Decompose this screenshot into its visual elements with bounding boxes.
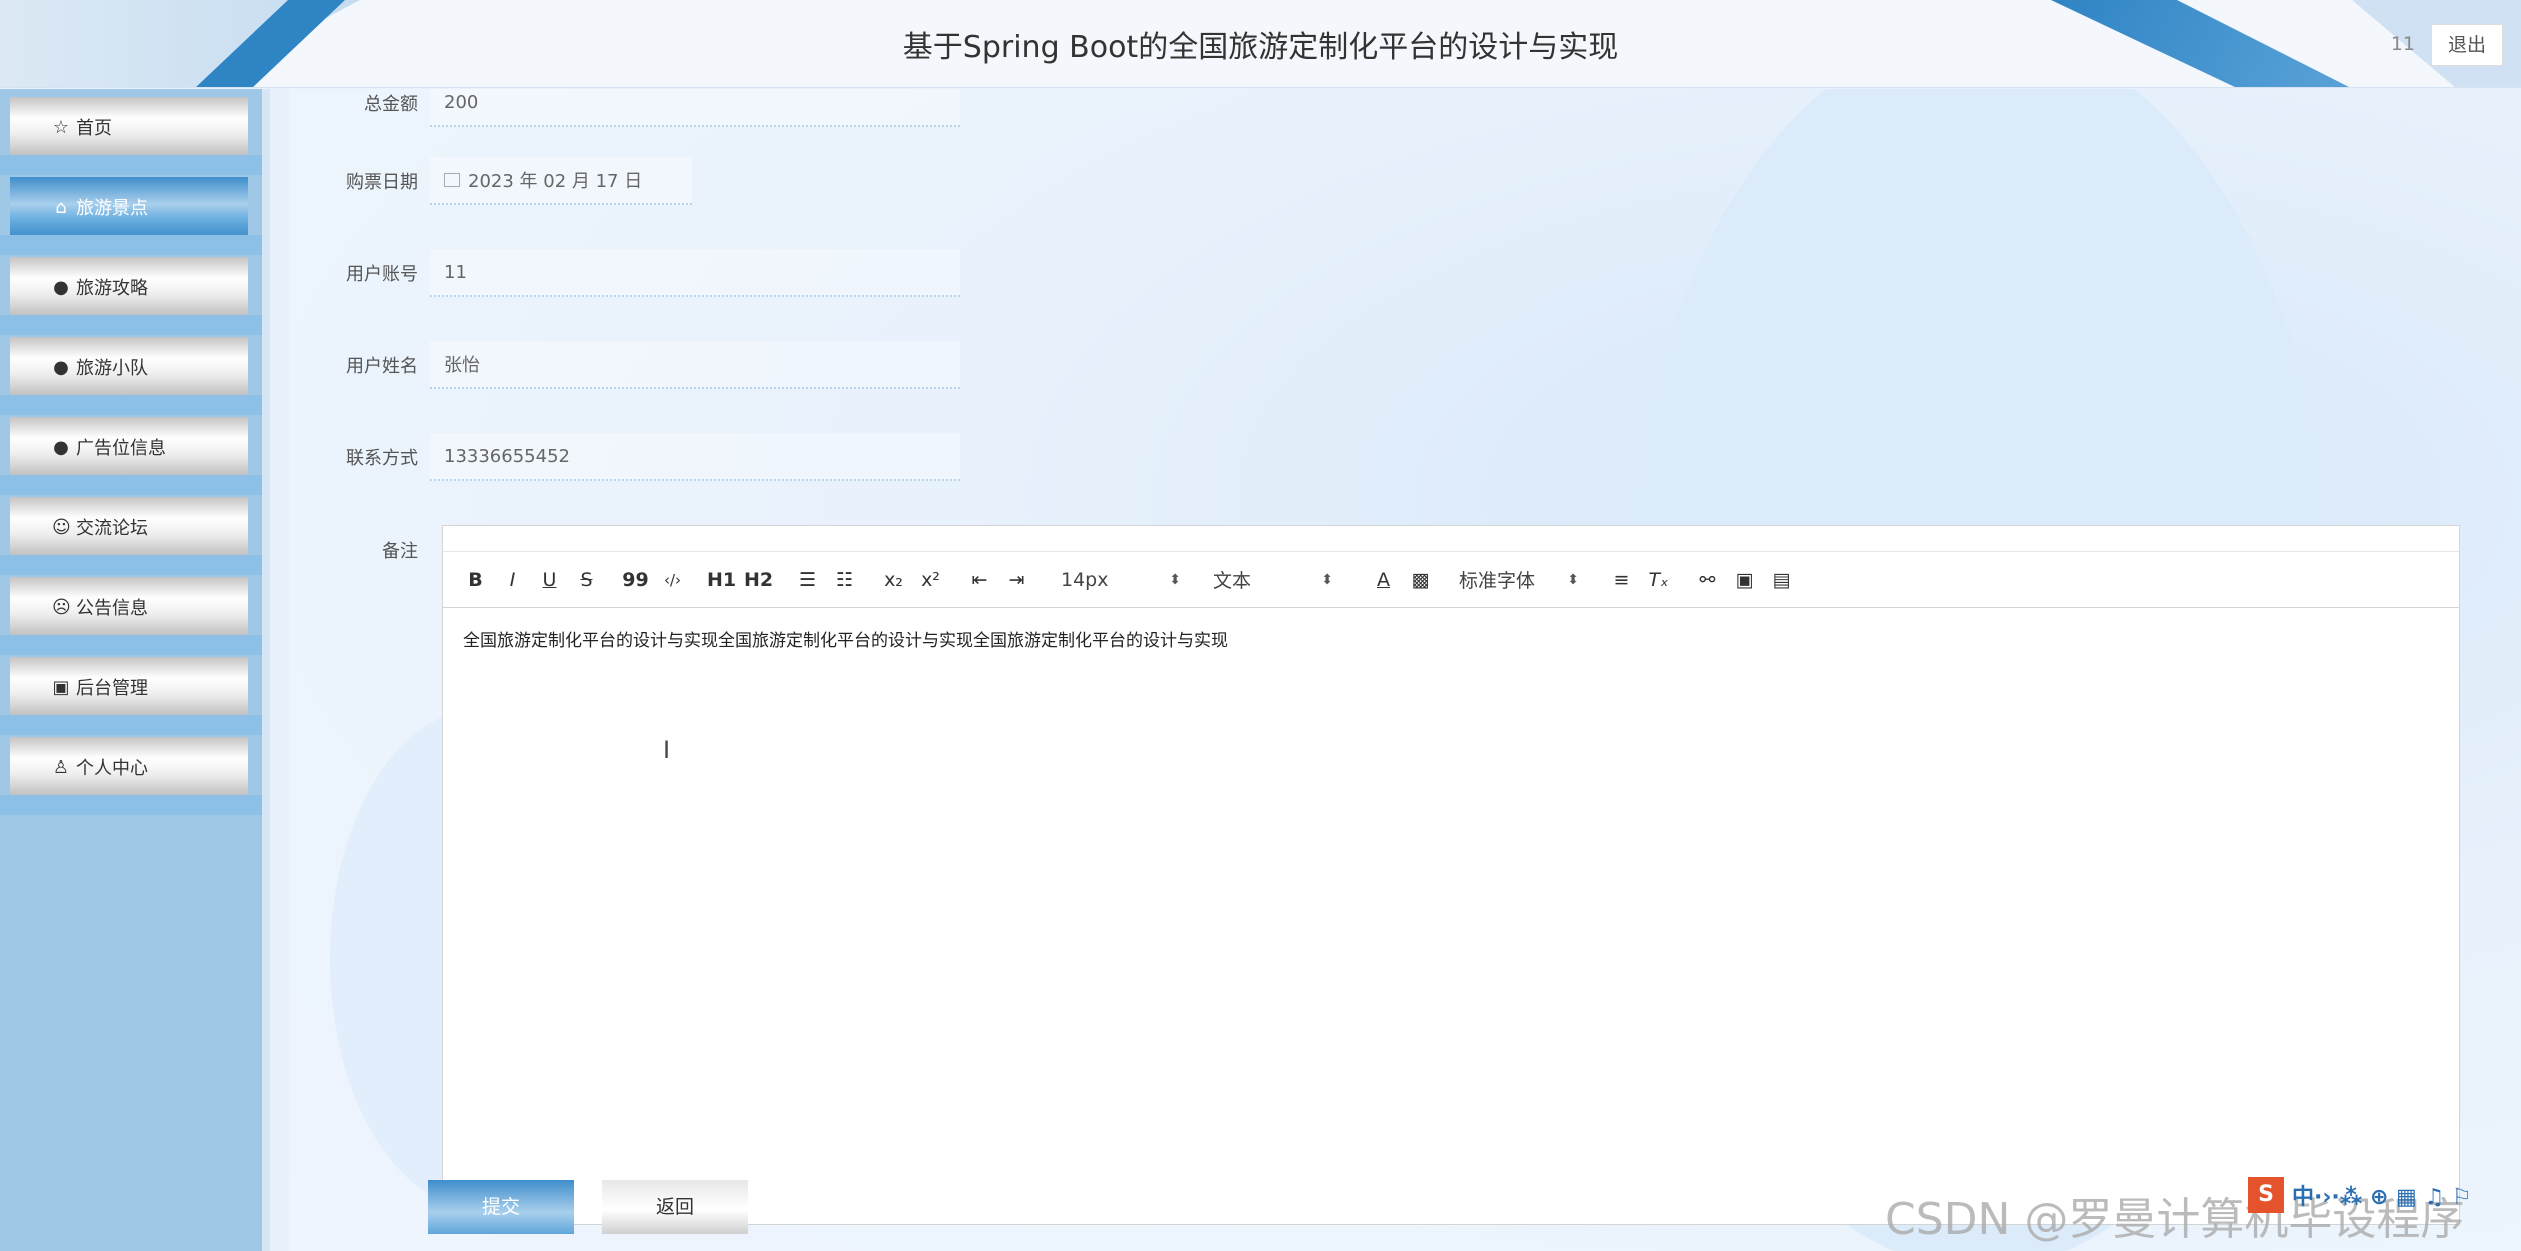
rich-text-editor: B I U S 99 ‹/› H1 H2 ☰ ☷ x₂ x² ⇤ ⇥ 14px … (442, 525, 2460, 1225)
font-size-select[interactable]: 14px ⬍ (1061, 569, 1181, 591)
app-title: 基于Spring Boot的全国旅游定制化平台的设计与实现 (902, 30, 1619, 65)
user-account-field[interactable]: 11 (430, 249, 960, 297)
select-arrows-icon: ⬍ (1321, 571, 1333, 588)
sidebar-item-label: 首页 (76, 118, 112, 139)
back-button[interactable]: 返回 (602, 1180, 748, 1234)
editor-toolbar: B I U S 99 ‹/› H1 H2 ☰ ☷ x₂ x² ⇤ ⇥ 14px … (443, 552, 2459, 608)
heading-1-button[interactable]: H1 (703, 569, 740, 591)
user-name-field[interactable]: 张怡 (430, 341, 960, 389)
user-icon: ♙ (52, 756, 70, 778)
user-account-label: 用户账号 (346, 264, 418, 285)
sidebar-item-travel-guides[interactable]: ● 旅游攻略 (0, 257, 262, 335)
strikethrough-button[interactable]: S (568, 569, 605, 591)
total-amount-row: 总金额 200 (290, 89, 960, 127)
blockquote-button[interactable]: 99 (617, 569, 654, 591)
purchase-date-row: 购票日期 2023 年 02 月 17 日 (290, 157, 692, 205)
alert-icon: ● (53, 276, 69, 298)
sidebar-item-label: 广告位信息 (76, 438, 166, 459)
underline-button[interactable]: U (531, 569, 568, 591)
sidebar: ☆ 首页 ⌂ 旅游景点 ● 旅游攻略 ● 旅游小队 ● 广告位信息 ☺ 交流论坛… (0, 89, 270, 1251)
star-icon: ☆ (52, 116, 70, 138)
format-value: 文本 (1213, 570, 1252, 592)
font-size-value: 14px (1061, 568, 1109, 591)
outdent-icon[interactable]: ⇤ (961, 569, 998, 591)
sidebar-item-label: 个人中心 (76, 758, 148, 779)
select-arrows-icon: ⬍ (1567, 571, 1579, 588)
code-block-button[interactable]: ‹/› (654, 571, 691, 589)
sidebar-item-label: 旅游攻略 (76, 278, 148, 299)
logout-button[interactable]: 退出 (2431, 24, 2503, 66)
sidebar-item-label: 旅游小队 (76, 358, 148, 379)
sidebar-item-profile[interactable]: ♙ 个人中心 (0, 737, 262, 815)
ime-status: 中·›·⁂ ⊕ ▦ ♫ ⚐ (2292, 1185, 2472, 1210)
user-account-row: 用户账号 11 (290, 249, 960, 297)
contact-row: 联系方式 13336655452 (290, 433, 960, 481)
select-arrows-icon: ⬍ (1169, 571, 1181, 588)
indent-icon[interactable]: ⇥ (998, 569, 1035, 591)
purchase-date-value: 2023 年 02 月 17 日 (468, 171, 643, 192)
sidebar-item-travel-teams[interactable]: ● 旅游小队 (0, 337, 262, 415)
note-label: 备注 (382, 541, 418, 562)
total-amount-field[interactable]: 200 (430, 89, 960, 127)
text-cursor-icon: I (663, 736, 671, 764)
sidebar-item-ad-slots[interactable]: ● 广告位信息 (0, 417, 262, 495)
background-color-icon[interactable]: ▩ (1402, 569, 1439, 591)
subscript-button[interactable]: x₂ (875, 569, 912, 591)
sidebar-item-label: 公告信息 (76, 598, 148, 619)
purchase-date-picker[interactable]: 2023 年 02 月 17 日 (430, 157, 692, 205)
contact-field[interactable]: 13336655452 (430, 433, 960, 481)
help-icon: ● (53, 356, 69, 378)
italic-button[interactable]: I (494, 569, 531, 591)
ime-logo: S (2248, 1177, 2284, 1213)
current-user: 11 (2390, 33, 2415, 55)
clear-format-icon[interactable]: Tₓ (1640, 569, 1677, 591)
sidebar-item-label: 交流论坛 (76, 518, 148, 539)
info-icon: ● (53, 436, 69, 458)
user-name-label: 用户姓名 (346, 356, 418, 377)
superscript-button[interactable]: x² (912, 569, 949, 591)
sidebar-item-forum[interactable]: ☺ 交流论坛 (0, 497, 262, 575)
editor-top-strip (443, 526, 2459, 552)
note-row: 备注 (290, 537, 430, 563)
editor-content[interactable]: 全国旅游定制化平台的设计与实现全国旅游定制化平台的设计与实现全国旅游定制化平台的… (443, 608, 2459, 669)
calendar-icon (444, 173, 460, 187)
sidebar-item-label: 后台管理 (76, 678, 148, 699)
smile-icon: ☺ (52, 516, 71, 538)
submit-button[interactable]: 提交 (428, 1180, 574, 1234)
sidebar-item-admin[interactable]: ▣ 后台管理 (0, 657, 262, 735)
sidebar-item-label: 旅游景点 (76, 198, 148, 219)
video-icon[interactable]: ▤ (1763, 569, 1800, 591)
format-select[interactable]: 文本 ⬍ (1213, 566, 1333, 593)
font-color-icon[interactable]: A (1365, 569, 1402, 591)
ordered-list-icon[interactable]: ☰ (789, 569, 826, 591)
total-amount-label: 总金额 (364, 94, 418, 115)
image-icon[interactable]: ▣ (1726, 569, 1763, 591)
sidebar-item-home[interactable]: ☆ 首页 (0, 97, 262, 175)
user-name-row: 用户姓名 张怡 (290, 341, 960, 389)
font-family-value: 标准字体 (1459, 570, 1536, 592)
sidebar-item-announcements[interactable]: ☹ 公告信息 (0, 577, 262, 655)
align-icon[interactable]: ≡ (1603, 569, 1640, 591)
bold-button[interactable]: B (457, 569, 494, 591)
ime-toolbar[interactable]: S 中·›·⁂ ⊕ ▦ ♫ ⚐ (2248, 1176, 2516, 1214)
main-content: 总金额 200 购票日期 2023 年 02 月 17 日 用户账号 11 用户… (290, 89, 2521, 1251)
briefcase-icon: ▣ (52, 676, 70, 698)
sidebar-item-scenic-spots[interactable]: ⌂ 旅游景点 (0, 177, 262, 255)
face-icon: ☹ (52, 596, 71, 618)
font-family-select[interactable]: 标准字体 ⬍ (1459, 566, 1579, 593)
bag-icon: ⌂ (55, 196, 67, 218)
purchase-date-label: 购票日期 (346, 172, 418, 193)
contact-label: 联系方式 (346, 448, 418, 469)
link-icon[interactable]: ⚯ (1689, 569, 1726, 591)
bullet-list-icon[interactable]: ☷ (826, 569, 863, 591)
heading-2-button[interactable]: H2 (740, 569, 777, 591)
app-header: 基于Spring Boot的全国旅游定制化平台的设计与实现 11 退出 (0, 0, 2521, 88)
